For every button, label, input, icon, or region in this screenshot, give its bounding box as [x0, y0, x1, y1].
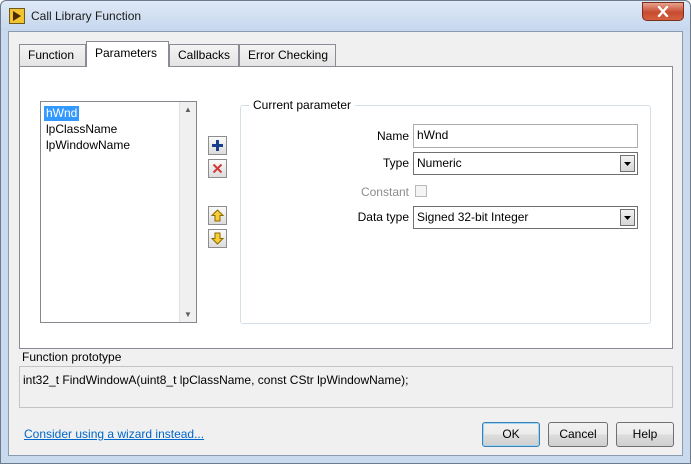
arrow-down-icon: [211, 232, 224, 245]
list-item[interactable]: lpClassName: [44, 122, 119, 137]
scroll-down-arrow-icon[interactable]: ▼: [184, 310, 192, 319]
data-type-dropdown-button[interactable]: [620, 209, 635, 226]
constant-label: Constant: [360, 185, 409, 199]
name-field[interactable]: hWnd: [413, 124, 638, 148]
function-prototype-label: Function prototype: [22, 350, 122, 364]
cancel-button[interactable]: Cancel: [548, 422, 608, 447]
function-prototype-box: int32_t FindWindowA(uint8_t lpClassName,…: [19, 366, 673, 408]
remove-parameter-button[interactable]: [208, 159, 227, 178]
arrow-up-icon: [211, 209, 224, 222]
delete-icon: [212, 163, 223, 174]
name-label: Name: [376, 129, 409, 143]
list-item[interactable]: lpWindowName: [44, 138, 132, 153]
type-dropdown-button[interactable]: [620, 155, 635, 172]
wizard-link[interactable]: Consider using a wizard instead...: [24, 427, 204, 441]
tab-callbacks[interactable]: Callbacks: [169, 44, 239, 66]
current-parameter-group: Current parameter Name hWnd Type Numeric…: [240, 98, 651, 324]
scroll-up-arrow-icon[interactable]: ▲: [184, 105, 192, 114]
title-bar[interactable]: Call Library Function: [1, 1, 690, 31]
move-up-button[interactable]: [208, 206, 227, 225]
function-prototype-text: int32_t FindWindowA(uint8_t lpClassName,…: [23, 373, 409, 387]
chevron-down-icon: [624, 161, 631, 166]
data-type-select-value: Signed 32-bit Integer: [417, 210, 529, 224]
group-title: Current parameter: [249, 98, 356, 112]
add-parameter-button[interactable]: [208, 136, 227, 155]
window-title: Call Library Function: [31, 9, 142, 23]
data-type-select[interactable]: Signed 32-bit Integer: [413, 206, 638, 229]
data-type-label: Data type: [357, 210, 409, 224]
type-label: Type: [382, 156, 409, 170]
help-button[interactable]: Help: [616, 422, 674, 447]
plus-icon: [212, 140, 223, 151]
tab-error-checking[interactable]: Error Checking: [239, 44, 336, 66]
list-item[interactable]: hWnd: [42, 105, 81, 122]
type-select-value: Numeric: [417, 156, 462, 170]
move-down-button[interactable]: [208, 229, 227, 248]
dialog-client-area: Function Parameters Callbacks Error Chec…: [8, 31, 683, 456]
type-select[interactable]: Numeric: [413, 152, 638, 175]
tab-parameters[interactable]: Parameters: [86, 41, 169, 67]
close-icon: [657, 6, 669, 17]
labview-app-icon: [9, 8, 25, 24]
tab-function[interactable]: Function: [19, 44, 86, 66]
constant-checkbox[interactable]: [415, 185, 427, 197]
dialog-window: Call Library Function Function Parameter…: [0, 0, 691, 464]
ok-button[interactable]: OK: [482, 422, 540, 447]
list-scrollbar[interactable]: ▲ ▼: [179, 102, 196, 322]
close-button[interactable]: [642, 2, 684, 21]
parameters-panel: hWnd lpClassName lpWindowName ▲ ▼ Curren…: [19, 66, 673, 349]
parameter-list[interactable]: hWnd lpClassName lpWindowName ▲ ▼: [40, 101, 197, 323]
chevron-down-icon: [624, 215, 631, 220]
